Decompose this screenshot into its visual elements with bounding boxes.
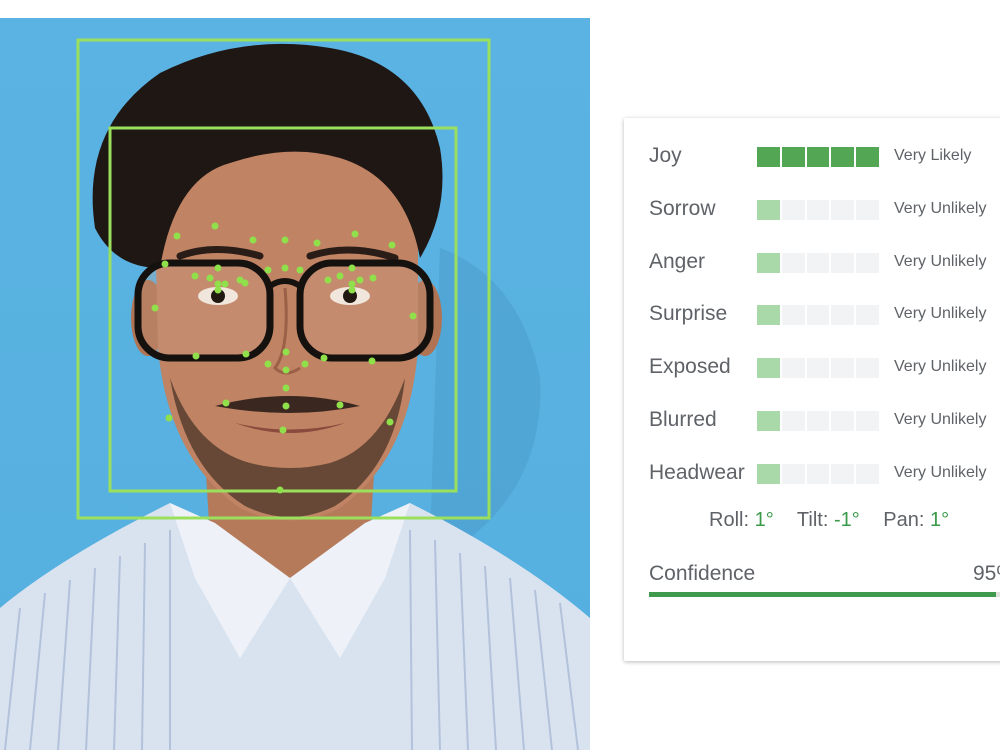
likelihood-segment	[757, 358, 780, 379]
likelihood-text: Very Unlikely	[894, 305, 987, 323]
likelihood-segment	[781, 252, 805, 273]
likelihood-segment	[806, 147, 830, 167]
likelihood-meter	[757, 358, 879, 379]
likelihood-segment	[757, 463, 780, 484]
likelihood-segment	[757, 147, 780, 167]
likelihood-segment	[781, 358, 805, 379]
confidence-value: 95%	[973, 562, 1000, 585]
likelihood-segment	[856, 305, 879, 326]
face-detection-overlay	[0, 38, 590, 750]
likelihood-segment	[757, 411, 780, 431]
likelihood-segment	[781, 199, 805, 220]
likelihood-segment	[781, 305, 805, 326]
attribute-row-surprise: Surprise Very Unlikely	[624, 295, 1000, 335]
confidence-label: Confidence	[649, 562, 756, 585]
likelihood-segment	[856, 411, 879, 431]
attribute-label: Headwear	[649, 460, 745, 484]
attribute-label: Surprise	[649, 302, 728, 326]
roll-value: 1°	[754, 509, 774, 531]
likelihood-segment	[757, 199, 780, 220]
roll-label: Roll:	[709, 509, 750, 531]
attribute-row-joy: Joy Very Likely	[624, 137, 1000, 177]
confidence-bar-fill	[649, 592, 996, 597]
attribute-label: Sorrow	[649, 196, 716, 220]
pan-value: 1°	[930, 509, 950, 531]
likelihood-segment	[806, 358, 830, 379]
likelihood-segment	[831, 411, 855, 431]
likelihood-meter	[757, 463, 879, 484]
likelihood-segment	[831, 199, 855, 220]
likelihood-segment	[856, 358, 879, 379]
attribute-row-sorrow: Sorrow Very Unlikely	[624, 190, 1000, 230]
likelihood-meter	[757, 252, 879, 273]
likelihood-text: Very Likely	[894, 147, 972, 164]
face-photo	[0, 18, 590, 750]
likelihood-segment	[856, 252, 879, 273]
likelihood-meter	[757, 199, 879, 220]
face-attributes-panel: Joy Very Likely Sorrow Very Unlikely Anger Ve…	[624, 118, 1000, 661]
tilt-label: Tilt:	[796, 509, 829, 531]
likelihood-meter	[757, 305, 879, 326]
attribute-row-exposed: Exposed Very Unlikely	[624, 348, 1000, 388]
attribute-row-anger: Anger Very Unlikely	[624, 243, 1000, 283]
likelihood-segment	[806, 252, 830, 273]
likelihood-segment	[806, 411, 830, 431]
likelihood-text: Very Unlikely	[894, 411, 987, 428]
likelihood-meter	[757, 411, 879, 431]
likelihood-segment	[831, 463, 855, 484]
tilt-value: -1°	[833, 509, 860, 531]
attribute-row-blurred: Blurred Very Unlikely	[624, 401, 1000, 441]
confidence-bar	[649, 592, 1000, 597]
likelihood-segment	[806, 305, 830, 326]
attribute-label: Exposed	[649, 355, 731, 379]
likelihood-text: Very Unlikely	[894, 252, 987, 270]
likelihood-segment	[831, 252, 855, 273]
likelihood-segment	[757, 252, 780, 273]
attribute-row-headwear: Headwear Very Unlikely	[624, 454, 1000, 494]
likelihood-segment	[856, 147, 879, 167]
likelihood-segment	[806, 199, 830, 220]
attribute-label: Blurred	[649, 408, 717, 431]
likelihood-segment	[856, 463, 879, 484]
likelihood-meter	[757, 147, 879, 167]
likelihood-segment	[781, 463, 805, 484]
likelihood-text: Very Unlikely	[894, 463, 987, 481]
likelihood-segment	[856, 199, 879, 220]
likelihood-text: Very Unlikely	[894, 358, 987, 376]
pose-angles: Roll: 1° Tilt: -1° Pan: 1°	[709, 509, 949, 532]
likelihood-segment	[831, 147, 855, 167]
likelihood-text: Very Unlikely	[894, 199, 987, 217]
likelihood-segment	[757, 305, 780, 326]
likelihood-segment	[831, 305, 855, 326]
pan-label: Pan:	[883, 509, 925, 531]
attribute-label: Anger	[649, 249, 706, 273]
likelihood-segment	[781, 411, 805, 431]
likelihood-segment	[781, 147, 805, 167]
attribute-label: Joy	[649, 144, 682, 167]
likelihood-segment	[806, 463, 830, 484]
likelihood-segment	[831, 358, 855, 379]
